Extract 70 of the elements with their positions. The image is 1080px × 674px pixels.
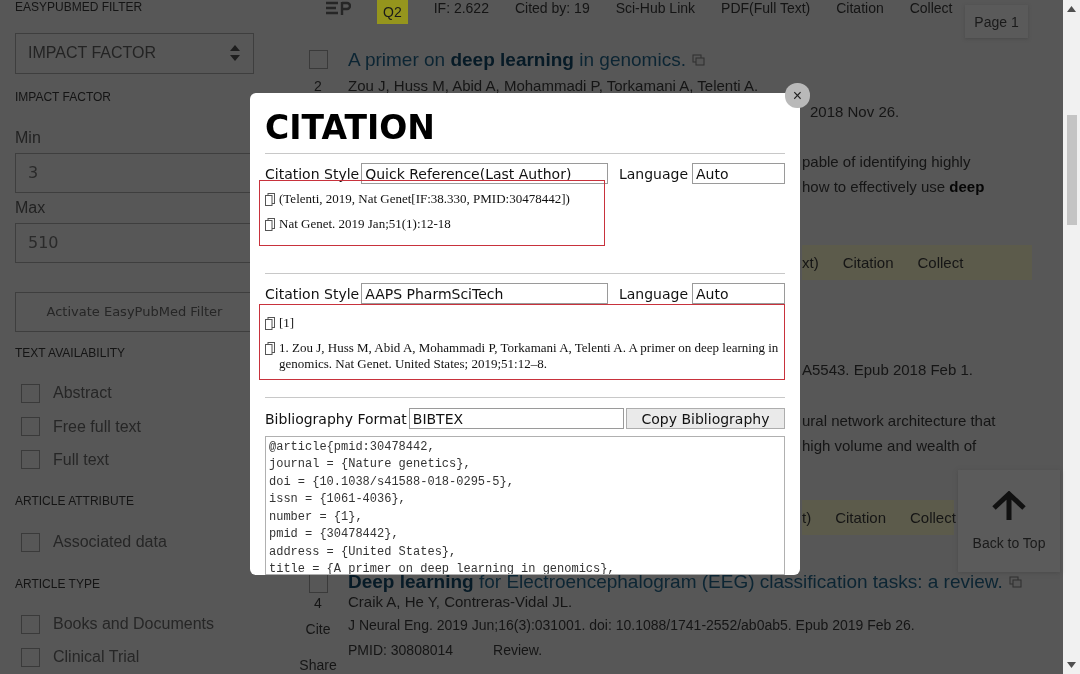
toolbar-link[interactable]: PDF(Full Text) xyxy=(721,0,811,16)
section-heading: ARTICLE ATTRIBUTE xyxy=(15,493,134,510)
action-link[interactable]: Collect xyxy=(917,253,964,271)
action-link[interactable]: Citation xyxy=(835,508,887,526)
authors-text: Craik A, He Y, Contreras-Vidal JL. xyxy=(348,593,573,611)
scrollbar[interactable] xyxy=(1063,0,1080,674)
checkbox[interactable] xyxy=(21,614,40,634)
authors-text: Zou J, Huss M, Abid A, Mohammadi P, Torkamani A, Telenti A. xyxy=(348,77,759,95)
citation-style-field[interactable]: AAPS PharmSciTech xyxy=(361,283,608,305)
abstract-text: 2018 Nov 26. xyxy=(810,101,900,122)
article-title-link[interactable]: A primer on deep learning in genomics. xyxy=(348,48,686,71)
scroll-down-icon[interactable] xyxy=(1067,662,1076,668)
checkbox[interactable] xyxy=(308,50,328,70)
field-label: Language xyxy=(618,165,688,182)
abstract-text: how to effectively use deep xyxy=(802,176,985,197)
checkbox[interactable] xyxy=(21,383,40,403)
section-heading: TEXT AVAILABILITY xyxy=(15,344,126,361)
cite-link[interactable]: Cite xyxy=(305,620,331,638)
action-link[interactable]: Citation xyxy=(842,253,894,271)
copy-icon[interactable] xyxy=(265,341,275,355)
copy-icon[interactable] xyxy=(265,316,275,330)
back-to-top-button[interactable]: Back to Top xyxy=(958,470,1060,572)
sort-icon xyxy=(229,44,241,63)
bibliography-format-field[interactable]: BIBTEX xyxy=(408,408,624,430)
action-link[interactable]: Collect xyxy=(910,508,956,526)
copy-icon[interactable] xyxy=(265,217,275,231)
field-label: Language xyxy=(618,285,688,302)
field-label: Citation Style xyxy=(265,165,360,182)
section-heading: IMPACT FACTOR xyxy=(15,88,111,105)
checkbox[interactable] xyxy=(21,532,40,552)
field-label: Bibliography Format xyxy=(265,410,407,427)
citation-style-field[interactable]: Quick Reference(Last Author) xyxy=(361,163,608,185)
scroll-up-icon[interactable] xyxy=(1067,6,1076,12)
result-number: 2 xyxy=(314,77,322,94)
bibtex-text-area[interactable]: @article{pmid:30478442, journal = {Nature genetics}, doi = {10.1038/s41588-018-0295-5}, issn = {1061-4036}, number = {1}, pmid = {30478442}, address = {United States}, title = {A primer on deep learning in genomics}, xyxy=(265,435,785,575)
journal-text: J Neural Eng. 2019 Jun;16(3):031001. doi: 10.1088/1741-2552/ab0ab5. Epub 2019 Feb 26. xyxy=(348,616,915,634)
toolbar-link[interactable]: Citation xyxy=(836,0,884,16)
section-heading: EASYPUBMED FILTER xyxy=(15,0,143,14)
abstract-text: A5543. Epub 2018 Feb 1. xyxy=(802,359,973,380)
toolbar-link[interactable]: Cited by: 19 xyxy=(514,0,590,16)
abstract-text: pable of identifying highly xyxy=(802,151,971,172)
scroll-thumb[interactable] xyxy=(1066,115,1077,225)
abstract-text: ural network architecture that xyxy=(802,410,996,431)
dialog-title: CITATION xyxy=(265,108,435,148)
article-type-text: Review. xyxy=(493,641,543,659)
checkbox[interactable] xyxy=(21,417,40,437)
action-link[interactable]: xt) xyxy=(802,253,819,271)
copy-bibliography-button[interactable]: Copy Bibliography xyxy=(626,408,785,430)
quartile-badge: Q2 xyxy=(377,0,408,24)
language-field[interactable]: Auto xyxy=(692,283,785,305)
citation-text: [1] xyxy=(279,313,295,331)
abstract-text: high volume and wealth of xyxy=(802,435,977,456)
copy-icon[interactable] xyxy=(265,192,275,206)
checkbox[interactable] xyxy=(21,450,40,470)
checkbox[interactable] xyxy=(21,647,40,667)
share-link[interactable]: Share xyxy=(299,656,337,674)
citation-text: 1. Zou J, Huss M, Abid A, Mohammadi P, Torkamani A, Telenti A. A primer on deep learning in genomics. Nat Genet. United States; 2019;51:12–8. xyxy=(279,338,780,372)
action-link[interactable]: t) xyxy=(802,508,812,526)
citation-text: (Telenti, 2019, Nat Genet[IF:38.330, PMID:30478442]) xyxy=(279,189,570,207)
section-heading: ARTICLE TYPE xyxy=(15,575,100,592)
toolbar-link[interactable]: Sci-Hub Link xyxy=(615,0,696,16)
page-indicator: Page 1 xyxy=(965,5,1028,38)
field-label: Citation Style xyxy=(265,285,360,302)
language-field[interactable]: Auto xyxy=(692,163,785,185)
citation-text: Nat Genet. 2019 Jan;51(1):12-18 xyxy=(279,214,451,232)
toolbar-link[interactable]: Collect xyxy=(909,0,953,16)
impact-factor-label: IF: 2.622 xyxy=(433,0,489,16)
close-button[interactable]: × xyxy=(785,83,810,108)
pmid-text: PMID: 30808014 xyxy=(348,641,454,659)
result-number: 4 xyxy=(314,594,322,612)
